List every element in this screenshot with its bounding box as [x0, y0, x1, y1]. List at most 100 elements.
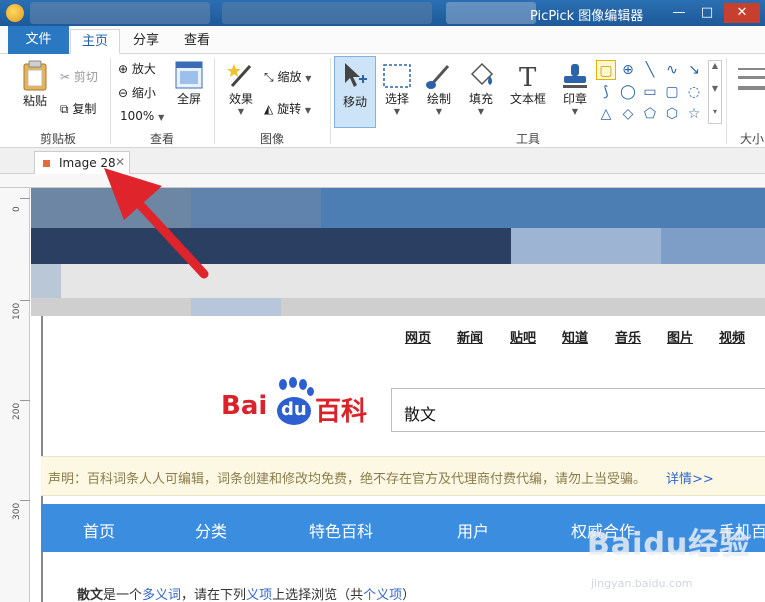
curve-icon[interactable]: ∿ [662, 60, 682, 80]
diamond-icon[interactable]: ◇ [618, 104, 638, 124]
chevron-down-icon: ▼ [571, 107, 579, 116]
ribbon-separator [330, 58, 331, 144]
chevron-down-icon[interactable]: ▼ [709, 84, 721, 93]
document-tab[interactable]: Image 28 ✕ [34, 151, 130, 174]
chevron-down-icon: ▼ [393, 107, 401, 116]
hexagon-icon[interactable]: ⬡ [662, 104, 682, 124]
nav-tab-category[interactable]: 分类 [195, 518, 227, 542]
ribbon: 粘贴 ✂ 剪切 ⧉ 复制 剪贴板 ⊕ 放大 ⊖ 缩小 100% ▼ 全屏 查看 [0, 54, 765, 148]
nav-link[interactable]: 视频 [719, 327, 745, 346]
draw-label: 绘制 [426, 92, 451, 106]
zoom-in-label: 放大 [131, 62, 156, 76]
copy-button[interactable]: ⧉ 复制 [60, 100, 96, 117]
sense-count-link[interactable]: 个义项 [363, 588, 402, 602]
cut-button[interactable]: ✂ 剪切 [60, 68, 98, 85]
polyline-icon[interactable]: ⟆ [596, 82, 616, 102]
menu-home[interactable]: 主页 [70, 29, 120, 54]
chevron-down-icon: ▼ [237, 107, 245, 116]
ruler-mark: 0 [12, 206, 22, 212]
fill-label: 填充 [468, 92, 493, 106]
nav-link[interactable]: 知道 [562, 327, 588, 346]
fullscreen-button[interactable]: 全屏 [172, 60, 206, 107]
sense-link[interactable]: 义项 [246, 588, 272, 602]
close-tab-icon[interactable]: ✕ [115, 155, 125, 169]
vertical-ruler: 0 100 200 300 [0, 188, 30, 602]
blurred-window-tab[interactable] [222, 2, 432, 24]
zoom-out-button[interactable]: ⊖ 缩小 [118, 84, 156, 101]
document-tab-bar: Image 28 ✕ [0, 148, 765, 174]
effects-button[interactable]: 效果 ▼ [224, 60, 258, 116]
minimize-button[interactable]: — [668, 3, 690, 23]
group-label-tools: 工具 [516, 132, 541, 146]
paste-label: 粘贴 [22, 94, 47, 108]
notice-details-link[interactable]: 详情>> [666, 468, 714, 487]
move-label: 移动 [342, 95, 367, 109]
rotate-label: 旋转 [277, 102, 302, 116]
zoom-in-button[interactable]: ⊕ 放大 [118, 60, 156, 77]
select-tool-button[interactable]: 选择 ▼ [380, 62, 414, 116]
zoom-level: 100% [120, 109, 155, 123]
nav-tab-home[interactable]: 首页 [83, 518, 115, 542]
copy-label: 复制 [72, 102, 97, 116]
chevron-down-icon: ▼ [304, 106, 312, 115]
baidu-baike-logo[interactable]: Bai du 百科 [221, 377, 371, 427]
nav-link[interactable]: 音乐 [615, 327, 641, 346]
nav-link[interactable]: 新闻 [457, 327, 483, 346]
textbox-tool-button[interactable]: T 文本框 [508, 62, 548, 107]
nav-link[interactable]: 贴吧 [510, 327, 536, 346]
ruler-tick [20, 300, 30, 301]
notice-text: 声明：百科词条人人可编辑，词条创建和修改均免费，绝不存在官方及代理商付费代编，请… [48, 472, 647, 487]
gallery-expand-icon[interactable]: ▾ [709, 107, 721, 116]
app-icon [6, 4, 24, 22]
rotate-button[interactable]: ◭ 旋转 ▼ [264, 100, 311, 117]
chevron-down-icon: ▼ [305, 74, 312, 83]
gallery-scroll[interactable]: ▲ ▼ ▾ [708, 60, 722, 124]
stamp-icon [563, 64, 587, 88]
move-tool-button[interactable]: 移动 [334, 56, 376, 128]
maximize-button[interactable]: □ [696, 3, 718, 23]
triangle-icon[interactable]: △ [596, 104, 616, 124]
image-tab-icon [43, 160, 50, 167]
blurred-window-tab[interactable] [446, 2, 536, 24]
menu-view[interactable]: 查看 [172, 29, 222, 54]
polysemy-link[interactable]: 多义词 [142, 588, 181, 602]
svg-text:T: T [519, 63, 537, 90]
rectangle-icon[interactable]: ▭ [640, 82, 660, 102]
scissors-icon: ✂ [60, 70, 71, 84]
ruler-tick [20, 198, 30, 199]
circle-plus-icon[interactable]: ⊕ [618, 60, 638, 80]
line-size-control[interactable] [730, 58, 765, 128]
pentagon-icon[interactable]: ⬠ [640, 104, 660, 124]
nav-tab-featured[interactable]: 特色百科 [309, 518, 373, 542]
search-input[interactable]: 散文 [391, 388, 765, 432]
fill-tool-button[interactable]: 填充 ▼ [464, 62, 498, 116]
menu-file[interactable]: 文件 [8, 26, 69, 54]
arrow-icon[interactable]: ↘ [684, 60, 704, 80]
line-icon[interactable]: ╲ [640, 60, 660, 80]
rectangle-select-icon[interactable]: ▢ [596, 60, 616, 80]
chevron-up-icon[interactable]: ▲ [709, 61, 721, 70]
ribbon-separator [726, 58, 727, 144]
paste-button[interactable]: 粘贴 [18, 60, 52, 109]
ellipse-icon[interactable]: ◯ [618, 82, 638, 102]
zoom-out-label: 缩小 [131, 86, 156, 100]
close-button[interactable]: ✕ [724, 3, 760, 23]
shape-gallery: ▢ ⊕ ╲ ∿ ↘ ⟆ ◯ ▭ ▢ ◌ △ ◇ ⬠ ⬡ ☆ [596, 60, 708, 124]
nav-tab-users[interactable]: 用户 [457, 518, 489, 542]
rounded-rectangle-icon[interactable]: ▢ [662, 82, 682, 102]
draw-tool-button[interactable]: 绘制 ▼ [422, 62, 456, 116]
nav-link[interactable]: 图片 [667, 327, 693, 346]
blurred-window-tab[interactable] [30, 2, 210, 24]
resize-icon: ⤡ [264, 70, 274, 84]
star-icon[interactable]: ☆ [684, 104, 704, 124]
disambiguation-line: 散文是一个多义词，请在下列义项上选择浏览（共个义项） [77, 588, 416, 602]
zoom-out-icon: ⊖ [118, 86, 129, 100]
resize-button[interactable]: ⤡ 缩放 ▼ [264, 68, 311, 85]
speech-bubble-icon[interactable]: ◌ [684, 82, 704, 102]
nav-link[interactable]: 网页 [405, 327, 431, 346]
stamp-label: 印章 [562, 92, 587, 106]
zoom-level-dropdown[interactable]: 100% ▼ [120, 109, 164, 123]
search-input-value: 散文 [404, 405, 437, 424]
menu-share[interactable]: 分享 [122, 29, 170, 54]
stamp-tool-button[interactable]: 印章 ▼ [558, 62, 592, 116]
